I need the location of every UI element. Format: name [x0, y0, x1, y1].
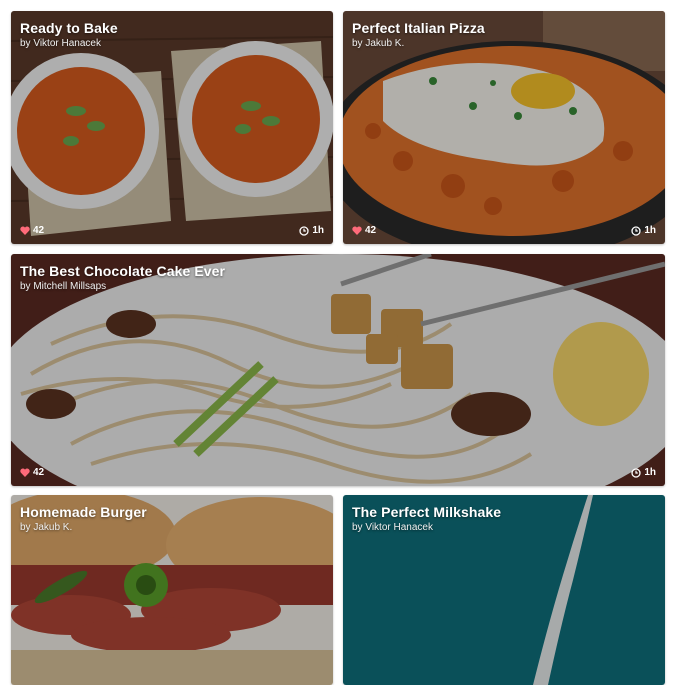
- likes-counter[interactable]: 42: [352, 225, 376, 236]
- recipe-card-homemade-burger[interactable]: Homemade Burger by Jakub K.: [11, 495, 333, 685]
- recipe-card-best-chocolate-cake[interactable]: The Best Chocolate Cake Ever by Mitchell…: [11, 254, 665, 486]
- cook-time: 1h: [299, 225, 324, 236]
- time-value: 1h: [644, 467, 656, 478]
- time-value: 1h: [644, 225, 656, 236]
- card-author: by Jakub K.: [20, 522, 73, 533]
- cook-time: 1h: [631, 225, 656, 236]
- likes-count: 42: [365, 225, 377, 236]
- card-author: by Mitchell Millsaps: [20, 281, 107, 292]
- card-footer: 42 1h: [20, 225, 324, 236]
- likes-count: 42: [33, 467, 45, 478]
- heart-icon: [352, 226, 362, 235]
- card-title: Perfect Italian Pizza: [352, 20, 485, 36]
- card-title: Ready to Bake: [20, 20, 118, 36]
- recipe-card-perfect-milkshake[interactable]: The Perfect Milkshake by Viktor Hanacek: [343, 495, 665, 685]
- recipe-card-ready-to-bake[interactable]: Ready to Bake by Viktor Hanacek 42 1h: [11, 11, 333, 244]
- recipe-card-perfect-italian-pizza[interactable]: Perfect Italian Pizza by Jakub K. 42 1h: [343, 11, 665, 244]
- heart-icon: [20, 226, 30, 235]
- image-overlay: [11, 254, 665, 486]
- cook-time: 1h: [631, 467, 656, 478]
- heart-icon: [20, 468, 30, 477]
- clock-icon: [631, 225, 641, 236]
- card-title: The Perfect Milkshake: [352, 504, 502, 520]
- card-author: by Jakub K.: [352, 38, 405, 49]
- clock-icon: [299, 225, 309, 236]
- card-footer: 42 1h: [20, 467, 656, 478]
- likes-counter[interactable]: 42: [20, 225, 44, 236]
- card-footer: 42 1h: [352, 225, 656, 236]
- likes-counter[interactable]: 42: [20, 467, 44, 478]
- card-title: Homemade Burger: [20, 504, 147, 520]
- card-author: by Viktor Hanacek: [20, 38, 101, 49]
- card-title: The Best Chocolate Cake Ever: [20, 263, 226, 279]
- time-value: 1h: [312, 225, 324, 236]
- card-author: by Viktor Hanacek: [352, 522, 433, 533]
- clock-icon: [631, 467, 641, 478]
- likes-count: 42: [33, 225, 45, 236]
